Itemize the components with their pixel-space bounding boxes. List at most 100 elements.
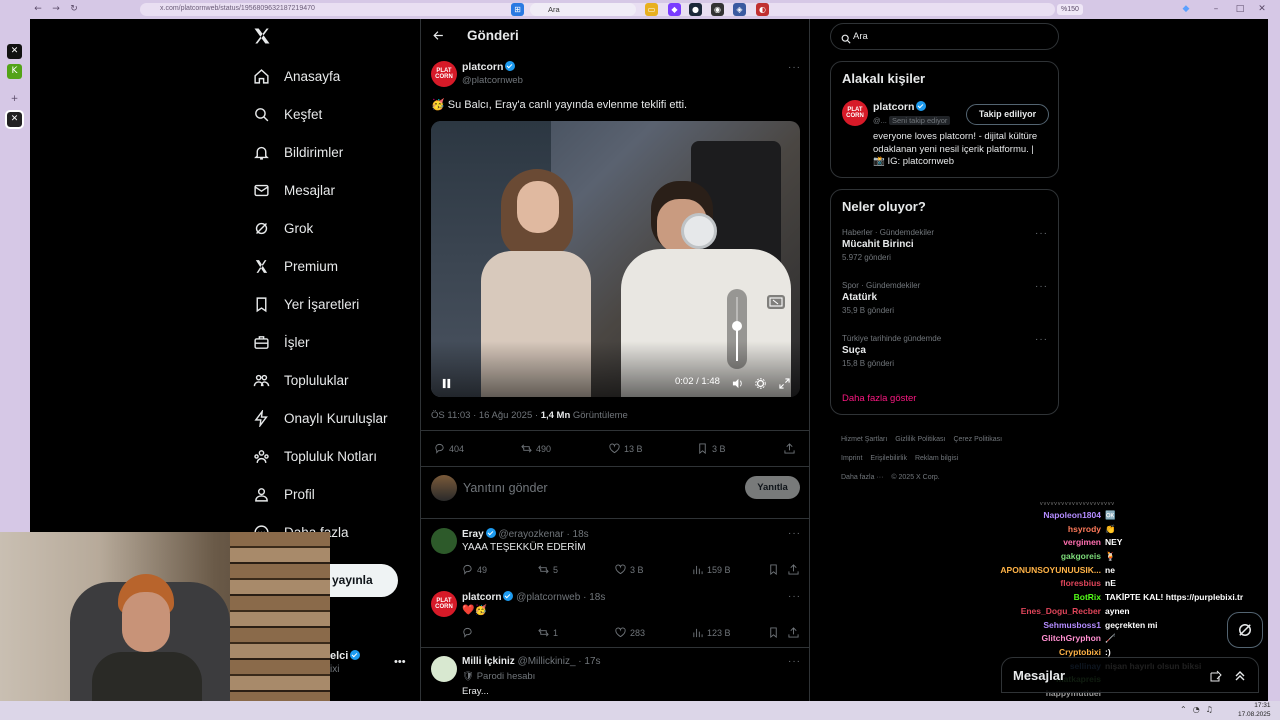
new-tab-icon[interactable]: + bbox=[7, 92, 22, 107]
sidebar-item-onaylı-kuruluşlar[interactable]: Onaylı Kuruluşlar bbox=[252, 402, 388, 434]
minimize-icon[interactable]: – bbox=[1210, 4, 1222, 15]
tab-x-icon[interactable]: ✕ bbox=[7, 44, 22, 59]
zoom-badge[interactable]: %150 bbox=[1057, 4, 1083, 15]
reply-repost-button[interactable]: 1 bbox=[538, 627, 558, 638]
chat-username[interactable]: vergimen bbox=[985, 537, 1105, 551]
chat-username[interactable]: Napoleon1804 bbox=[985, 510, 1105, 524]
related-name[interactable]: platcorn bbox=[873, 101, 927, 113]
reply-like-button[interactable]: 283 bbox=[615, 627, 645, 638]
share-icon[interactable] bbox=[784, 443, 799, 454]
taskbar-search[interactable]: Ara bbox=[530, 3, 636, 16]
system-tray-icons[interactable]: ⌃◔♫ bbox=[1180, 705, 1219, 714]
settings-gear-icon[interactable] bbox=[755, 376, 766, 394]
grok-fab-icon[interactable] bbox=[1227, 612, 1263, 648]
reply-author[interactable]: platcorn bbox=[462, 592, 501, 603]
volume-slider[interactable] bbox=[727, 289, 747, 369]
post-author-name[interactable]: platcorn bbox=[462, 61, 516, 73]
pause-icon[interactable] bbox=[441, 376, 452, 394]
reply-views-button[interactable]: 159 B bbox=[692, 564, 731, 575]
sidebar-item-premium[interactable]: Premium bbox=[252, 250, 338, 282]
forward-icon[interactable]: → bbox=[50, 4, 62, 15]
reply-avatar[interactable]: PLAT CORN bbox=[431, 591, 457, 617]
app-icon[interactable]: ◈ bbox=[733, 3, 746, 16]
reply-handle[interactable]: @erayozkenar bbox=[498, 529, 563, 540]
search-box[interactable]: Ara bbox=[830, 23, 1059, 50]
bookmark-button[interactable]: 3 B bbox=[697, 443, 726, 454]
reply-button[interactable]: 404 bbox=[434, 443, 464, 454]
reply-bookmark-icon[interactable] bbox=[768, 564, 783, 575]
app-icon[interactable]: ◆ bbox=[668, 3, 681, 16]
pip-icon[interactable] bbox=[767, 295, 785, 309]
reply-input[interactable]: Yanıtını gönder bbox=[463, 481, 548, 495]
search-input[interactable]: Ara bbox=[853, 31, 868, 42]
user-avatar[interactable] bbox=[431, 475, 457, 501]
chat-username[interactable]: BotRix bbox=[985, 592, 1105, 606]
post-button[interactable]: yayınla bbox=[330, 564, 398, 597]
post-video[interactable]: 0:02 / 1:48 bbox=[431, 121, 800, 397]
chat-username[interactable]: floresbius bbox=[985, 578, 1105, 592]
maximize-icon[interactable]: □ bbox=[1234, 4, 1246, 15]
sidebar-item-bildirimler[interactable]: Bildirimler bbox=[252, 136, 343, 168]
tab-kick-icon[interactable]: K bbox=[7, 64, 22, 79]
chat-username[interactable]: hsyrody bbox=[985, 524, 1105, 538]
post-author-handle[interactable]: @platcornweb bbox=[462, 75, 523, 86]
obs-icon[interactable]: ◉ bbox=[711, 3, 724, 16]
back-arrow-icon[interactable] bbox=[432, 29, 445, 45]
reply-avatar[interactable] bbox=[431, 528, 457, 554]
sidebar-item-yer-i̇şaretleri[interactable]: Yer İşaretleri bbox=[252, 288, 359, 320]
reply-share-icon[interactable] bbox=[788, 627, 803, 638]
sidebar-item-grok[interactable]: Grok bbox=[252, 212, 313, 244]
reply-author[interactable]: Eray bbox=[462, 529, 484, 540]
sidebar-item-mesajlar[interactable]: Mesajlar bbox=[252, 174, 335, 206]
post-more-icon[interactable]: ··· bbox=[788, 62, 801, 73]
messages-drawer[interactable]: Mesajlar bbox=[1001, 657, 1259, 693]
x-logo-icon[interactable] bbox=[252, 26, 274, 48]
trend-item[interactable]: Spor · Gündemdekiler Atatürk 35,9 B gönder… bbox=[842, 281, 1047, 315]
volume-knob[interactable] bbox=[732, 321, 742, 331]
sidebar-item-anasayfa[interactable]: Anasayfa bbox=[252, 60, 340, 92]
show-more-link[interactable]: Daha fazla göster bbox=[842, 393, 916, 404]
profile-icon[interactable]: ◆ bbox=[1180, 4, 1192, 15]
reply-more-icon[interactable]: ··· bbox=[788, 591, 801, 602]
reply-views-button[interactable]: 123 B bbox=[692, 627, 731, 638]
chat-username[interactable]: APONUNSOYUNUUSIK... bbox=[985, 565, 1105, 579]
reply-submit-button[interactable]: Yanıtla bbox=[745, 476, 800, 499]
reply-like-button[interactable]: 3 B bbox=[615, 564, 644, 575]
chat-username[interactable]: gakgoreis bbox=[985, 551, 1105, 565]
browser-icon[interactable]: ◐ bbox=[756, 3, 769, 16]
steam-icon[interactable]: ● bbox=[689, 3, 702, 16]
trend-more-icon[interactable]: ··· bbox=[1035, 281, 1048, 292]
expand-icon[interactable] bbox=[1234, 669, 1246, 687]
footer-link[interactable]: Daha fazla ··· bbox=[841, 474, 883, 481]
reply-handle[interactable]: @platcornweb bbox=[516, 592, 580, 603]
chat-username[interactable]: GlitchGryphon bbox=[985, 633, 1105, 647]
footer-link[interactable]: Çerez Politikası bbox=[953, 436, 1002, 443]
reply-more-icon[interactable]: ··· bbox=[788, 528, 801, 539]
reply-handle[interactable]: @Millickiniz_ bbox=[518, 656, 576, 667]
reply-avatar[interactable] bbox=[431, 656, 457, 682]
repost-button[interactable]: 490 bbox=[521, 443, 551, 454]
chat-username[interactable]: Enes_Dogu_Recber bbox=[985, 606, 1105, 620]
sidebar-item-topluluk-notları[interactable]: Topluluk Notları bbox=[252, 440, 377, 472]
trend-more-icon[interactable]: ··· bbox=[1035, 334, 1048, 345]
volume-icon[interactable] bbox=[732, 376, 743, 394]
like-button[interactable]: 13 B bbox=[609, 443, 643, 454]
sidebar-item-i̇şler[interactable]: İşler bbox=[252, 326, 310, 358]
file-explorer-icon[interactable]: ▭ bbox=[645, 3, 658, 16]
related-avatar[interactable]: PLAT CORN bbox=[842, 100, 868, 126]
footer-link[interactable]: Hizmet Şartları bbox=[841, 436, 887, 443]
back-icon[interactable]: ← bbox=[32, 4, 44, 15]
trend-item[interactable]: Türkiye tarihinde gündemde Suça 15,8 B gön… bbox=[842, 334, 1047, 368]
chat-username[interactable]: Sehmusboss1 bbox=[985, 620, 1105, 634]
new-message-icon[interactable] bbox=[1210, 669, 1222, 687]
reply-more-icon[interactable]: ··· bbox=[788, 656, 801, 667]
sidebar-item-topluluklar[interactable]: Topluluklar bbox=[252, 364, 349, 396]
footer-link[interactable]: Erişilebilirlik bbox=[870, 455, 907, 462]
footer-link[interactable]: Imprint bbox=[841, 455, 862, 462]
reply-bookmark-icon[interactable] bbox=[768, 627, 783, 638]
taskbar-clock[interactable]: 17:31 17.08.2025 bbox=[1238, 701, 1271, 719]
trend-item[interactable]: Haberler · Gündemdekiler Mücahit Birinci 5… bbox=[842, 228, 1047, 262]
author-avatar[interactable]: PLAT CORN bbox=[431, 61, 457, 87]
reply-share-icon[interactable] bbox=[788, 564, 803, 575]
trend-more-icon[interactable]: ··· bbox=[1035, 228, 1048, 239]
